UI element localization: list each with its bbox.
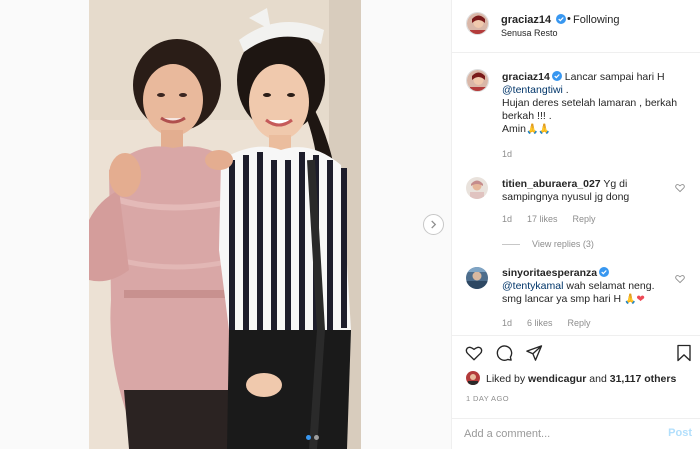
post-comment-button[interactable]: Post xyxy=(668,427,692,439)
comment-likes[interactable]: 6 likes xyxy=(527,318,553,328)
carousel-dot xyxy=(314,435,319,440)
comment-mention[interactable]: @tentykamal xyxy=(502,280,563,292)
following-button[interactable]: Following xyxy=(573,14,619,26)
avatar-image xyxy=(467,13,488,34)
view-replies-button[interactable]: View replies (3) xyxy=(502,239,594,249)
pray-emoji: 🙏🙏 xyxy=(525,124,551,135)
comment-likes[interactable]: 17 likes xyxy=(527,214,558,224)
liked-by-user[interactable]: wendicagur xyxy=(528,373,586,385)
reply-button[interactable]: Reply xyxy=(573,214,596,224)
comment-input[interactable] xyxy=(464,426,654,442)
carousel-dot-active xyxy=(306,435,311,440)
comments-section: graciaz14 Lancar sampai hari H @tentangt… xyxy=(452,53,700,335)
comment-text: sinyoritaesperanza @tentykamal wah selam… xyxy=(502,267,672,306)
share-icon[interactable] xyxy=(525,344,543,362)
heart-outline-icon[interactable] xyxy=(675,274,685,284)
chevron-right-icon xyxy=(431,220,437,229)
comment-time[interactable]: 1d xyxy=(502,214,512,224)
avatar-image xyxy=(466,177,488,199)
caption-username[interactable]: graciaz14 xyxy=(502,71,550,83)
liked-by-prefix: Liked by xyxy=(486,373,529,385)
heart-outline-icon[interactable] xyxy=(675,183,685,193)
location-link[interactable]: Senusa Resto xyxy=(501,28,558,38)
post-timestamp[interactable]: 1 DAY AGO xyxy=(466,394,509,403)
comment-avatar[interactable] xyxy=(466,267,488,289)
avatar[interactable] xyxy=(466,12,489,35)
avatar-image xyxy=(466,371,480,385)
verified-badge-icon xyxy=(556,14,567,24)
comment-icon[interactable] xyxy=(495,344,513,362)
caption-avatar[interactable] xyxy=(466,69,489,92)
pray-emoji: 🙏 xyxy=(623,294,637,305)
avatar-image xyxy=(466,267,488,289)
carousel-indicator xyxy=(306,435,319,440)
caption-line-2: Hujan deres setelah lamaran , berkah ber… xyxy=(502,97,678,122)
caption-mention[interactable]: @tentangtiwi xyxy=(502,84,563,96)
header-username[interactable]: graciaz14 xyxy=(501,14,567,26)
header-separator: • xyxy=(567,13,571,25)
liked-by-and: and xyxy=(586,373,610,385)
caption-line-3: Amin xyxy=(502,123,526,135)
likes-count[interactable]: 31,117 others xyxy=(610,373,677,385)
bookmark-icon[interactable] xyxy=(675,344,693,362)
caption-line-1: Lancar sampai hari H xyxy=(564,71,665,83)
caption-text: graciaz14 Lancar sampai hari H @tentangt… xyxy=(502,71,692,136)
caption-timestamp[interactable]: 1d xyxy=(502,149,512,159)
comment-username[interactable]: sinyoritaesperanza xyxy=(502,267,597,279)
liked-by-avatar[interactable] xyxy=(466,371,480,385)
comment-text: titien_aburaera_027 Yg di sampingnya nyu… xyxy=(502,178,672,204)
red-heart-emoji: ❤ xyxy=(636,294,645,305)
verified-badge-icon xyxy=(551,71,562,81)
comment-username[interactable]: titien_aburaera_027 xyxy=(502,178,601,190)
post-header: graciaz14 • Following Senusa Resto xyxy=(452,0,700,53)
comment-meta: 1d 17 likes Reply xyxy=(502,214,596,224)
photo-illustration xyxy=(89,0,361,449)
comment-time[interactable]: 1d xyxy=(502,318,512,328)
view-replies-label: View replies (3) xyxy=(532,239,594,249)
heart-icon[interactable] xyxy=(465,344,483,362)
reply-button[interactable]: Reply xyxy=(568,318,591,328)
post-photo[interactable] xyxy=(89,0,361,449)
avatar-image xyxy=(467,70,488,91)
post-details-panel: graciaz14 • Following Senusa Resto graci… xyxy=(451,0,700,449)
carousel-next-button[interactable] xyxy=(423,214,444,235)
comment-avatar[interactable] xyxy=(466,177,488,199)
liked-by-text: Liked by wendicagur and 31,117 others xyxy=(486,373,676,385)
instagram-post-modal: graciaz14 • Following Senusa Resto graci… xyxy=(0,0,700,449)
post-actions: Liked by wendicagur and 31,117 others 1 … xyxy=(452,335,700,418)
add-comment-bar: Post xyxy=(452,418,700,449)
comment-meta: 1d 6 likes Reply xyxy=(502,318,591,328)
replies-divider xyxy=(502,243,520,245)
media-area xyxy=(0,0,451,449)
verified-badge-icon xyxy=(599,267,610,277)
caption-mention-suffix: . xyxy=(562,84,569,96)
username-text[interactable]: graciaz14 xyxy=(501,14,551,26)
